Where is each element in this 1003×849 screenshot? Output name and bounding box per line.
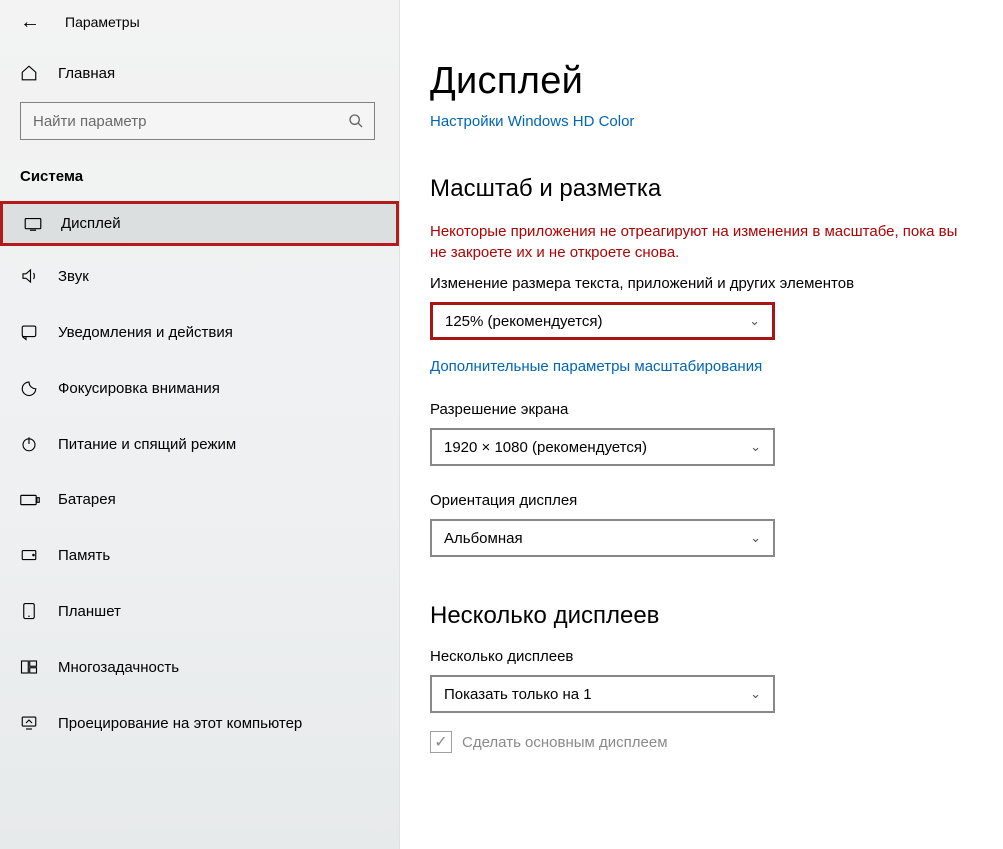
sidebar-item-sound[interactable]: Звук <box>0 254 399 298</box>
sidebar-item-power[interactable]: Питание и спящий режим <box>0 422 399 466</box>
orientation-label: Ориентация дисплея <box>430 492 973 509</box>
home-label: Главная <box>58 65 115 82</box>
multi-label: Несколько дисплеев <box>430 648 973 665</box>
sidebar-item-label: Батарея <box>58 491 116 508</box>
sidebar-item-label: Дисплей <box>61 215 121 232</box>
battery-icon <box>20 494 40 506</box>
sidebar-item-label: Питание и спящий режим <box>58 436 236 453</box>
sidebar-item-label: Звук <box>58 268 89 285</box>
scale-section-heading: Масштаб и разметка <box>430 175 973 203</box>
back-icon[interactable]: ← <box>20 12 40 32</box>
sidebar-item-label: Уведомления и действия <box>58 324 233 341</box>
checkbox-icon: ✓ <box>430 731 452 753</box>
scale-label: Изменение размера текста, приложений и д… <box>430 275 973 292</box>
notification-icon <box>20 323 40 341</box>
chevron-down-icon: ⌄ <box>750 686 761 702</box>
multi-display-select[interactable]: Показать только на 1 ⌄ <box>430 675 775 713</box>
search-input[interactable] <box>20 102 375 140</box>
section-system: Система <box>0 168 399 201</box>
resolution-select[interactable]: 1920 × 1080 (рекомендуется) ⌄ <box>430 428 775 466</box>
multi-value: Показать только на 1 <box>444 686 592 703</box>
resolution-value: 1920 × 1080 (рекомендуется) <box>444 439 647 456</box>
window-title: Параметры <box>65 14 140 30</box>
titlebar: ← Параметры <box>0 12 399 52</box>
sidebar-item-multitask[interactable]: Многозадачность <box>0 645 399 689</box>
project-icon <box>20 714 40 732</box>
sidebar-item-battery[interactable]: Батарея <box>0 478 399 521</box>
sidebar-item-display[interactable]: Дисплей <box>3 204 396 243</box>
scale-warning: Некоторые приложения не отреагируют на и… <box>430 221 973 263</box>
power-icon <box>20 435 40 453</box>
resolution-label: Разрешение экрана <box>430 401 973 418</box>
sidebar-item-label: Многозадачность <box>58 659 179 676</box>
sidebar-item-label: Планшет <box>58 603 121 620</box>
sidebar-item-label: Фокусировка внимания <box>58 380 220 397</box>
tablet-icon <box>20 602 40 620</box>
advanced-scale-link[interactable]: Дополнительные параметры масштабирования <box>430 358 973 375</box>
main-content: Дисплей Настройки Windows HD Color Масшт… <box>400 0 1003 849</box>
make-primary-checkbox: ✓ Сделать основным дисплеем <box>430 731 973 753</box>
multi-section-heading: Несколько дисплеев <box>430 602 973 630</box>
hd-color-link[interactable]: Настройки Windows HD Color <box>430 113 973 130</box>
storage-icon <box>20 546 40 564</box>
orientation-value: Альбомная <box>444 530 523 547</box>
scale-value: 125% (рекомендуется) <box>445 313 602 330</box>
chevron-down-icon: ⌄ <box>750 530 761 546</box>
search-field[interactable] <box>33 113 333 130</box>
sidebar-item-tablet[interactable]: Планшет <box>0 589 399 633</box>
home-button[interactable]: Главная <box>0 52 399 102</box>
scale-select[interactable]: 125% (рекомендуется) ⌄ <box>430 302 775 340</box>
page-title: Дисплей <box>430 60 973 103</box>
sidebar-item-focus[interactable]: Фокусировка внимания <box>0 366 399 410</box>
home-icon <box>20 64 40 82</box>
multitask-icon <box>20 658 40 676</box>
sidebar-item-notifications[interactable]: Уведомления и действия <box>0 310 399 354</box>
sidebar: ← Параметры Главная Система Дисплей Звук <box>0 0 400 849</box>
focus-icon <box>20 379 40 397</box>
display-icon <box>23 217 43 231</box>
sidebar-item-storage[interactable]: Память <box>0 533 399 577</box>
make-primary-label: Сделать основным дисплеем <box>462 734 668 751</box>
sound-icon <box>20 267 40 285</box>
chevron-down-icon: ⌄ <box>750 439 761 455</box>
orientation-select[interactable]: Альбомная ⌄ <box>430 519 775 557</box>
chevron-down-icon: ⌄ <box>749 313 760 329</box>
sidebar-item-label: Память <box>58 547 110 564</box>
sidebar-item-label: Проецирование на этот компьютер <box>58 715 302 732</box>
search-icon <box>348 113 364 129</box>
highlight-box: Дисплей <box>0 201 399 246</box>
sidebar-item-project[interactable]: Проецирование на этот компьютер <box>0 701 399 745</box>
